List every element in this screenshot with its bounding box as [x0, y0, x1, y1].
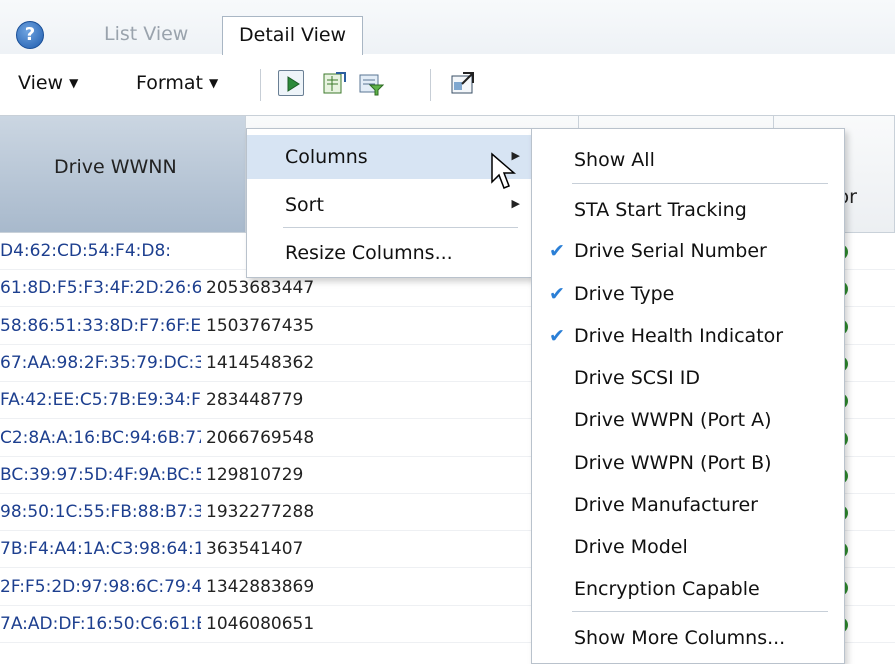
cell-drive-serial-number: 363541407	[206, 539, 304, 560]
menu-item-label: Drive WWPN (Port B)	[574, 452, 772, 474]
menu-item-column-encryption-capable[interactable]: Encryption Capable	[532, 570, 844, 610]
menu-item-label: Columns	[285, 146, 368, 168]
menu-item-label: Show More Columns...	[574, 627, 786, 649]
cell-drive-serial-number: 1046080651	[206, 614, 315, 634]
cell-drive-serial-number: 1503767435	[206, 315, 315, 336]
view-tab-bar: ? List View Detail View	[0, 0, 895, 55]
menu-item-column-drive-serial-number[interactable]: ✔ Drive Serial Number	[532, 232, 844, 272]
chevron-down-icon: ▼	[208, 76, 219, 90]
help-icon[interactable]: ?	[16, 21, 44, 49]
cell-drive-wwnn: BC:39:97:5D:4F:9A:BC:5D	[0, 464, 201, 485]
menu-item-column-drive-wwpn-port-a[interactable]: Drive WWPN (Port A)	[532, 401, 844, 441]
menu-item-label: Sort	[285, 194, 324, 216]
cell-drive-wwnn: 2F:F5:2D:97:98:6C:79:45	[0, 576, 201, 597]
view-menu-label: View	[18, 72, 64, 94]
cell-drive-serial-number: 1932277288	[206, 502, 315, 523]
export-icon[interactable]	[321, 70, 347, 96]
menu-item-label: Drive Manufacturer	[574, 494, 758, 516]
cell-drive-wwnn: 7B:F4:A4:1A:C3:98:64:10	[0, 539, 201, 560]
header-context-menu: Columns ▶ Sort ▶ Resize Columns...	[246, 128, 533, 278]
checkmark-icon: ✔	[549, 325, 565, 347]
menu-item-label: Show All	[574, 149, 655, 171]
menu-item-column-drive-model[interactable]: Drive Model	[532, 528, 844, 568]
format-menu-label: Format	[136, 72, 203, 94]
cell-drive-serial-number: 2066769548	[206, 427, 315, 448]
cell-drive-wwnn: 58:86:51:33:8D:F7:6F:ED	[0, 315, 201, 336]
cell-drive-wwnn: D4:62:CD:54:F4:D8:	[0, 241, 171, 261]
menu-item-show-more-columns[interactable]: Show More Columns...	[532, 619, 844, 659]
play-icon[interactable]	[278, 70, 304, 96]
cell-drive-wwnn: 98:50:1C:55:FB:88:B7:32	[0, 502, 201, 523]
cell-drive-wwnn: C2:8A:A:16:BC:94:6B:77	[0, 427, 201, 448]
cell-drive-serial-number: 1342883869	[206, 576, 315, 597]
menu-item-label: Drive Health Indicator	[574, 325, 784, 347]
menu-item-label: STA Start Tracking	[574, 199, 747, 221]
toolbar-divider	[260, 69, 261, 101]
menu-item-column-drive-scsi-id[interactable]: Drive SCSI ID	[532, 359, 844, 399]
menu-item-label: Encryption Capable	[574, 578, 760, 600]
menu-item-label: Drive Model	[574, 536, 688, 558]
cell-drive-wwnn: 61:8D:F5:F3:4F:2D:26:61	[0, 278, 201, 299]
cell-drive-serial-number: 283448779	[206, 390, 304, 411]
filter-icon[interactable]	[358, 70, 384, 96]
mouse-cursor-icon	[491, 152, 517, 189]
column-header-drive-wwnn[interactable]: Drive WWNN	[0, 116, 246, 233]
chevron-down-icon: ▼	[69, 76, 79, 90]
menu-item-column-drive-wwpn-port-b[interactable]: Drive WWPN (Port B)	[532, 444, 844, 484]
column-header-label: Drive WWNN	[54, 156, 177, 178]
menu-item-label: Drive Serial Number	[574, 240, 767, 262]
cell-drive-wwnn: 7A:AD:DF:16:50:C6:61:E5	[0, 614, 201, 634]
cell-drive-wwnn: 67:AA:98:2F:35:79:DC:39	[0, 352, 201, 373]
checkmark-icon: ✔	[549, 240, 565, 262]
menu-item-show-all[interactable]: Show All	[532, 141, 844, 181]
menu-divider	[572, 611, 828, 612]
cell-drive-serial-number: 129810729	[206, 464, 304, 485]
menu-item-label: Drive SCSI ID	[574, 367, 700, 389]
menu-item-column-drive-manufacturer[interactable]: Drive Manufacturer	[532, 486, 844, 526]
detach-icon[interactable]	[450, 70, 476, 96]
toolbar-divider	[430, 69, 431, 101]
tab-detail-view[interactable]: Detail View	[222, 16, 364, 55]
format-menu-button[interactable]: Format ▼	[136, 72, 218, 94]
toolbar: View ▼ Format ▼	[0, 55, 895, 116]
menu-item-column-drive-type[interactable]: ✔ Drive Type	[532, 275, 844, 315]
tab-list-view[interactable]: List View	[88, 16, 204, 52]
menu-item-label: Resize Columns...	[285, 242, 453, 264]
menu-item-column-drive-health-indicator[interactable]: ✔ Drive Health Indicator	[532, 317, 844, 357]
menu-item-resize-columns[interactable]: Resize Columns...	[247, 233, 532, 273]
columns-submenu: Show All STA Start Tracking ✔ Drive Serial …	[531, 128, 845, 664]
menu-divider	[572, 183, 828, 184]
checkmark-icon: ✔	[549, 283, 565, 305]
cell-drive-wwnn: FA:42:EE:C5:7B:E9:34:FC	[0, 390, 201, 411]
menu-item-label: Drive WWPN (Port A)	[574, 409, 772, 431]
menu-divider	[283, 227, 518, 228]
submenu-arrow-icon: ▶	[511, 197, 520, 210]
cell-drive-serial-number: 1414548362	[206, 352, 315, 373]
menu-item-column-sta-start-tracking[interactable]: STA Start Tracking	[532, 191, 844, 231]
view-menu-button[interactable]: View ▼	[18, 72, 78, 94]
menu-item-label: Drive Type	[574, 283, 675, 305]
